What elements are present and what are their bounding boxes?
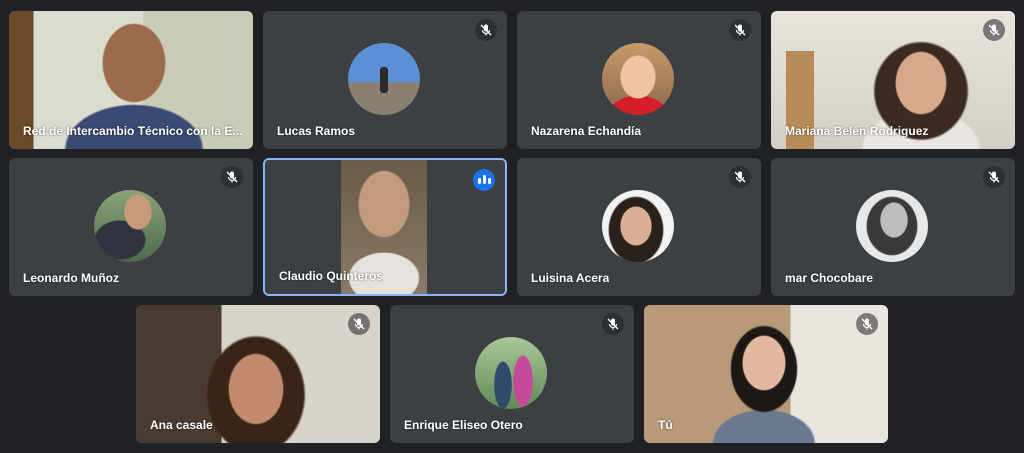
participant-tile[interactable]: Enrique Eliseo Otero [390,305,634,443]
avatar [475,337,547,409]
participant-tile[interactable]: Leonardo Muñoz [9,158,253,296]
participant-tile[interactable]: Lucas Ramos [263,11,507,149]
participant-name: Mariana Belén Rodriguez [785,124,929,138]
avatar [348,43,420,115]
mic-off-icon [729,166,751,188]
mic-off-icon [221,166,243,188]
mic-off-icon [856,313,878,335]
participant-tile[interactable]: Nazarena Echandía [517,11,761,149]
participant-tile[interactable]: mar Chocobare [771,158,1015,296]
participant-tile-active[interactable]: Claudio Quinteros [263,158,507,296]
participant-name: Nazarena Echandía [531,124,642,138]
participant-name: Ana casale [150,418,213,432]
mic-off-icon [602,313,624,335]
mic-off-icon [475,19,497,41]
avatar [856,190,928,262]
speaking-indicator-icon [473,169,495,191]
participant-name: Tú [658,418,673,432]
participant-name: Lucas Ramos [277,124,356,138]
participant-tile[interactable]: Red de Intercambio Técnico con la E... [9,11,253,149]
mic-off-icon [729,19,751,41]
participant-tile[interactable]: Tú [644,305,888,443]
participant-name: Leonardo Muñoz [23,271,119,285]
avatar [602,190,674,262]
participant-name: Luisina Acera [531,271,610,285]
participant-name: mar Chocobare [785,271,874,285]
participant-name: Red de Intercambio Técnico con la E... [23,124,243,138]
participant-video [644,305,888,443]
mic-off-icon [983,19,1005,41]
avatar [602,43,674,115]
participant-tile[interactable]: Luisina Acera [517,158,761,296]
avatar [94,190,166,262]
participant-tile[interactable]: Ana casale [136,305,380,443]
mic-off-icon [348,313,370,335]
participant-tile[interactable]: Mariana Belén Rodriguez [771,11,1015,149]
participant-name: Claudio Quinteros [279,269,384,283]
participant-name: Enrique Eliseo Otero [404,418,523,432]
mic-off-icon [983,166,1005,188]
